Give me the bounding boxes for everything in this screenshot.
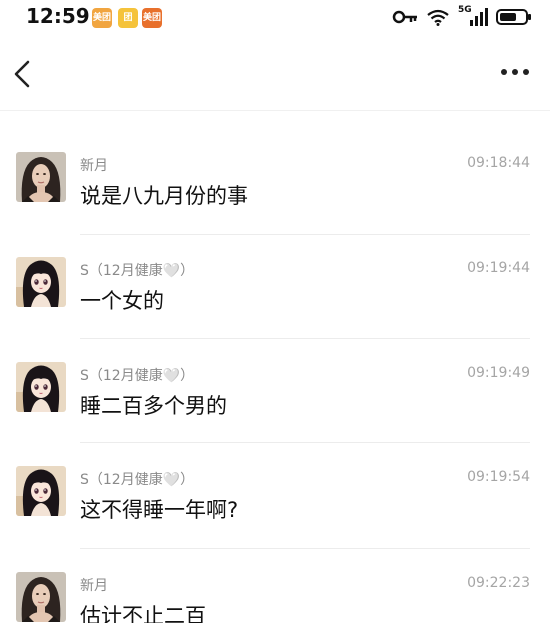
message-item[interactable]: 新月 09:18:44 说是八九月份的事 <box>0 152 550 256</box>
message-text: 说是八九月份的事 <box>80 184 248 208</box>
avatar[interactable] <box>16 152 66 202</box>
status-time: 12:59 <box>26 4 90 28</box>
message-time: 09:18:44 <box>467 155 530 171</box>
message-text: 睡二百多个男的 <box>80 394 227 418</box>
key-icon <box>392 10 417 24</box>
wifi-icon <box>427 9 449 26</box>
message-time: 09:19:44 <box>467 260 530 276</box>
message-text: 估计不止二百 <box>80 604 206 623</box>
top-bar <box>0 38 550 111</box>
sender-name: S（12月健康🤍） <box>80 368 195 384</box>
divider <box>80 442 530 443</box>
sender-name: 新月 <box>80 578 108 594</box>
avatar[interactable] <box>16 362 66 412</box>
avatar[interactable] <box>16 257 66 307</box>
divider <box>80 338 530 339</box>
avatar[interactable] <box>16 466 66 516</box>
message-time: 09:19:49 <box>467 365 530 381</box>
message-item[interactable]: 新月 09:22:23 估计不止二百 <box>0 572 550 623</box>
message-item[interactable]: S（12月健康🤍） 09:19:49 睡二百多个男的 <box>0 362 550 466</box>
message-item[interactable]: S（12月健康🤍） 09:19:44 一个女的 <box>0 257 550 361</box>
back-chevron-left-icon[interactable] <box>10 56 40 92</box>
sender-name: S（12月健康🤍） <box>80 472 195 488</box>
avatar[interactable] <box>16 572 66 622</box>
notification-badge-1: 美团 <box>92 8 112 28</box>
more-options-ellipsis-icon[interactable] <box>498 60 532 84</box>
divider <box>80 234 530 235</box>
battery-icon <box>496 9 531 25</box>
message-text: 这不得睡一年啊? <box>80 498 239 522</box>
status-bar: 12:59 美团 团 美团 5G <box>0 0 550 34</box>
sender-name: 新月 <box>80 158 108 174</box>
signal-5g-icon: 5G <box>458 5 488 27</box>
status-icons: 5G <box>392 5 532 28</box>
message-time: 09:19:54 <box>467 469 530 485</box>
message-item[interactable]: S（12月健康🤍） 09:19:54 这不得睡一年啊? <box>0 466 550 570</box>
divider <box>80 548 530 549</box>
message-text: 一个女的 <box>80 289 164 313</box>
notification-badge-3: 美团 <box>142 8 162 28</box>
sender-name: S（12月健康🤍） <box>80 263 195 279</box>
notification-badge-2: 团 <box>118 8 138 28</box>
message-time: 09:22:23 <box>467 575 530 591</box>
